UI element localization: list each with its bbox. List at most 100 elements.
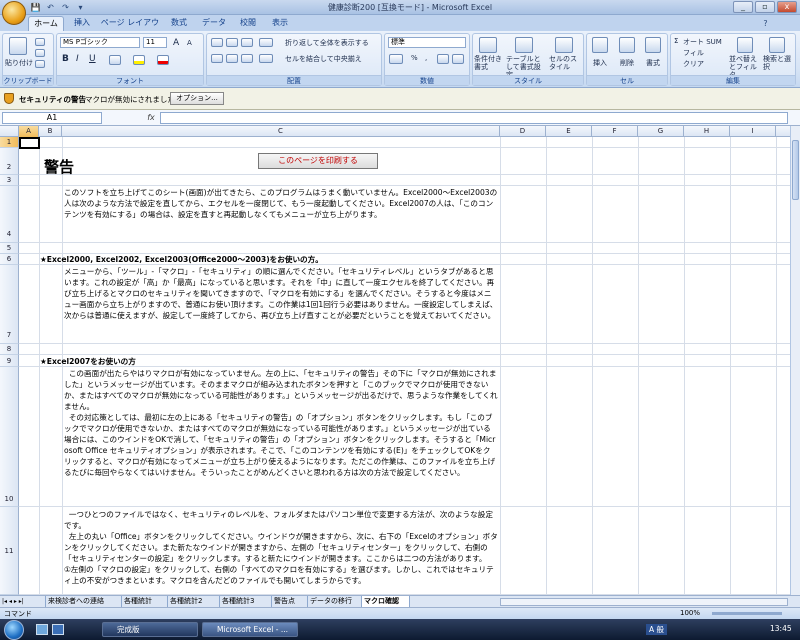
format-as-table-icon[interactable]: [515, 37, 533, 53]
column-header[interactable]: I: [730, 126, 776, 137]
qat-customize-icon[interactable]: ▾: [75, 2, 86, 13]
scrollbar-thumb[interactable]: [792, 140, 799, 200]
show-desktop-icon[interactable]: [36, 624, 48, 635]
row-header[interactable]: 3: [0, 175, 19, 186]
column-header[interactable]: C: [62, 126, 500, 137]
column-header[interactable]: A: [19, 126, 39, 137]
close-button[interactable]: x: [777, 1, 797, 13]
merge-center-button[interactable]: セルを結合して中央揃え: [285, 54, 362, 64]
clear-button[interactable]: クリア: [683, 59, 704, 69]
taskbar-item-excel[interactable]: Microsoft Excel - ...: [202, 622, 298, 637]
cell-styles-icon[interactable]: [555, 37, 573, 53]
conditional-format-button[interactable]: 条件付き書式: [474, 55, 504, 71]
column-header[interactable]: B: [39, 126, 62, 137]
percent-button[interactable]: %: [411, 54, 418, 62]
worksheet-grid[interactable]: 1 2 3 4 5 6 7 8 9 10 11 警告 このページを印刷する この…: [0, 137, 790, 595]
font-color-icon[interactable]: [157, 55, 169, 65]
sheet-nav-buttons[interactable]: |◂ ◂ ▸ ▸|: [0, 596, 46, 607]
quick-launch-icon[interactable]: [52, 624, 64, 635]
column-header[interactable]: E: [546, 126, 592, 137]
format-cells-icon[interactable]: [645, 37, 661, 53]
bold-button[interactable]: B: [62, 54, 69, 64]
maximize-button[interactable]: ▫: [755, 1, 775, 13]
italic-button[interactable]: I: [76, 54, 79, 64]
comma-button[interactable]: ,: [425, 54, 427, 62]
column-header[interactable]: H: [684, 126, 730, 137]
underline-button[interactable]: U: [89, 54, 96, 64]
row-header[interactable]: 10: [0, 367, 19, 507]
delete-cells-button[interactable]: 削除: [620, 58, 634, 68]
undo-icon[interactable]: ↶: [45, 2, 56, 13]
align-bottom-icon[interactable]: [241, 38, 253, 47]
align-left-icon[interactable]: [211, 54, 223, 63]
help-icon[interactable]: ?: [760, 18, 771, 29]
align-top-icon[interactable]: [211, 38, 223, 47]
align-center-icon[interactable]: [226, 54, 238, 63]
find-select-icon[interactable]: [769, 37, 785, 53]
currency-icon[interactable]: [389, 54, 403, 64]
indent-icon[interactable]: [259, 54, 273, 63]
decrease-decimal-icon[interactable]: [452, 54, 464, 64]
align-right-icon[interactable]: [241, 54, 253, 63]
horizontal-scrollbar[interactable]: [500, 598, 788, 606]
column-header[interactable]: G: [638, 126, 684, 137]
language-bar[interactable]: A 般: [646, 624, 668, 635]
insert-cells-icon[interactable]: [592, 37, 608, 53]
tab-insert[interactable]: 挿入: [68, 16, 96, 31]
column-header[interactable]: F: [592, 126, 638, 137]
security-options-button[interactable]: オプション...: [170, 92, 224, 105]
select-all-corner[interactable]: [0, 126, 19, 137]
vertical-scrollbar[interactable]: [790, 126, 800, 595]
grow-font-button[interactable]: A: [173, 38, 179, 48]
row-header[interactable]: 9: [0, 355, 19, 367]
sheet-tab[interactable]: 各種統計: [122, 596, 168, 607]
sheet-tab[interactable]: 各種統計3: [220, 596, 272, 607]
zoom-slider[interactable]: [712, 612, 782, 615]
sheet-tab[interactable]: 来検診者への連絡: [46, 596, 122, 607]
row-header[interactable]: 11: [0, 507, 19, 595]
autosum-icon[interactable]: Σ: [674, 37, 678, 45]
borders-icon[interactable]: [109, 55, 121, 65]
sort-filter-icon[interactable]: [737, 37, 753, 53]
row-header[interactable]: 1: [0, 137, 19, 148]
format-cells-button[interactable]: 書式: [646, 58, 660, 68]
cut-icon[interactable]: [35, 38, 45, 46]
font-size-select[interactable]: 11: [143, 37, 167, 48]
tab-view[interactable]: 表示: [266, 16, 294, 31]
formula-input[interactable]: [160, 112, 788, 124]
minimize-button[interactable]: _: [733, 1, 753, 13]
find-select-button[interactable]: 検索と選択: [763, 55, 793, 71]
autosum-button[interactable]: オート SUM: [683, 37, 722, 47]
delete-cells-icon[interactable]: [619, 37, 635, 53]
copy-icon[interactable]: [35, 49, 45, 57]
wrap-text-button[interactable]: 折り返して全体を表示する: [285, 38, 369, 48]
format-painter-icon[interactable]: [35, 60, 45, 68]
tab-data[interactable]: データ: [198, 16, 230, 31]
increase-decimal-icon[interactable]: [437, 54, 449, 64]
office-button[interactable]: [2, 1, 26, 25]
tab-formulas[interactable]: 数式: [165, 16, 193, 31]
number-format-select[interactable]: 標準: [388, 37, 466, 48]
cell-styles-button[interactable]: セルのスタイル: [549, 55, 583, 71]
start-button[interactable]: [4, 620, 24, 640]
paste-button[interactable]: 貼り付け: [5, 58, 33, 68]
conditional-format-icon[interactable]: [479, 37, 497, 53]
zoom-level[interactable]: 100%: [680, 609, 700, 617]
row-header[interactable]: 7: [0, 265, 19, 344]
row-header[interactable]: 8: [0, 344, 19, 355]
align-middle-icon[interactable]: [226, 38, 238, 47]
row-header[interactable]: 6: [0, 254, 19, 265]
row-header[interactable]: 4: [0, 186, 19, 243]
tab-home[interactable]: ホーム: [28, 16, 64, 31]
sheet-tab-active[interactable]: マクロ確認: [362, 596, 410, 607]
sheet-tab[interactable]: 警告点: [272, 596, 308, 607]
sheet-tab[interactable]: 各種統計2: [168, 596, 220, 607]
row-header[interactable]: 2: [0, 148, 19, 175]
redo-icon[interactable]: ↷: [60, 2, 71, 13]
font-name-select[interactable]: MS Pゴシック: [60, 37, 140, 48]
insert-function-icon[interactable]: fx: [143, 112, 159, 124]
orientation-icon[interactable]: [259, 38, 273, 47]
shrink-font-button[interactable]: A: [187, 39, 192, 47]
tab-page-layout[interactable]: ページ レイアウト: [100, 16, 160, 41]
fill-color-icon[interactable]: [133, 55, 145, 65]
